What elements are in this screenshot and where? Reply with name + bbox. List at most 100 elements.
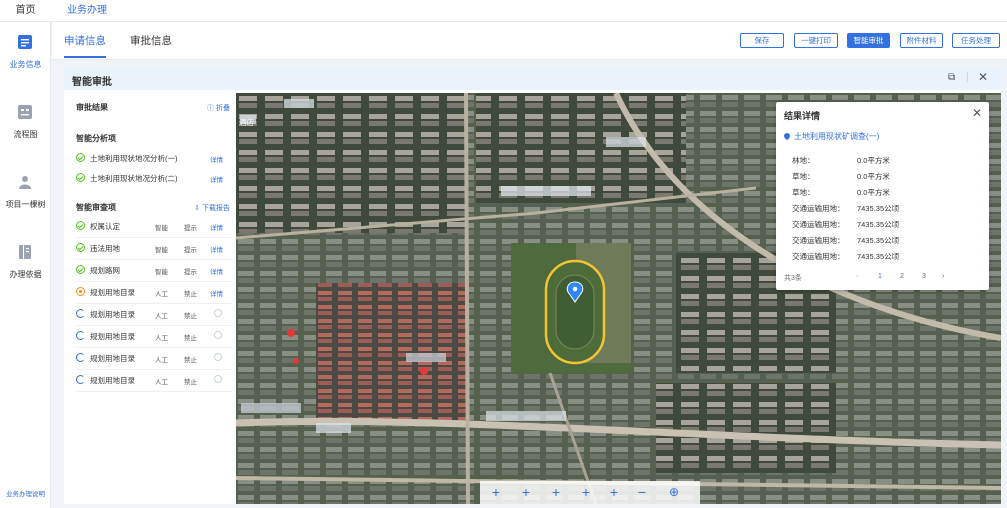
add-rect-tool[interactable]: +	[576, 483, 596, 501]
item-name: 权属认定	[90, 222, 120, 231]
sidebar-item-project-tree[interactable]: 项目一棵树	[0, 162, 51, 218]
item-name: 规划用地目录	[90, 288, 135, 297]
sidebar-item-flowchart[interactable]: 流程图	[0, 92, 51, 148]
sidebar-item-label: 业务信息	[9, 60, 42, 69]
detail-row: 交通运输用地： 7435.35公顷	[792, 235, 982, 251]
next-page-button[interactable]: ›	[942, 273, 944, 280]
top-bar: 首页 业务办理	[0, 0, 1007, 22]
info-icon: ⓘ	[207, 105, 215, 112]
download-icon: ⇩	[194, 205, 201, 212]
level-label: 禁止	[184, 357, 197, 364]
flowchart-icon	[18, 105, 32, 119]
add-point-tool[interactable]: +	[486, 483, 506, 501]
row-value: 0.0平方米	[857, 156, 890, 165]
divider	[76, 303, 232, 304]
sidebar-item-business-info[interactable]: 业务信息	[0, 22, 51, 78]
page-3[interactable]: 3	[922, 273, 926, 280]
divider	[76, 369, 232, 370]
breadcrumb[interactable]: 业务办理	[67, 0, 107, 22]
total-count: 共3条	[784, 275, 802, 282]
item-name: 规划用地目录	[90, 310, 135, 319]
detail-link[interactable]: 详情	[210, 174, 223, 184]
page-1[interactable]: 1	[878, 273, 882, 280]
panel-header: 智能审批 ⧉ | ✕	[64, 68, 1001, 90]
list-item: 土地利用现状地况分析(一) 详情	[76, 150, 232, 170]
level-label: 禁止	[184, 379, 197, 386]
list-item: 规划用地目录 人工 禁止	[76, 328, 232, 348]
list-item: 规划用地目录 人工 禁止	[76, 372, 232, 392]
popup-subtitle-text: 土地利用现状矿调查(一)	[794, 132, 880, 141]
pending-icon	[214, 375, 222, 383]
tab-bar: 申请信息 审批信息 保存 一键打印 智能审批 附件材料 任务处理	[52, 22, 1007, 60]
add-line-tool[interactable]: +	[516, 483, 536, 501]
divider	[76, 281, 232, 282]
loading-icon	[76, 353, 85, 362]
list-item: 土地利用现状地况分析(二) 详情	[76, 170, 232, 190]
sidebar-item-label: 项目一棵树	[5, 200, 46, 209]
detail-link[interactable]: 详情	[210, 222, 223, 232]
add-polygon-tool[interactable]: +	[546, 483, 566, 501]
detail-row: 交通运输用地： 7435.35公顷	[792, 251, 982, 267]
restore-icon[interactable]: ⧉	[948, 72, 955, 83]
row-value: 7435.35公顷	[857, 236, 900, 245]
detail-link[interactable]: 详情	[210, 266, 223, 276]
map-label: 酒店	[239, 118, 254, 127]
download-report-button[interactable]: ⇩ 下载报告	[194, 203, 230, 213]
home-link[interactable]: 首页	[0, 0, 51, 22]
level-label: 禁止	[184, 313, 197, 320]
detail-row: 草地： 0.0平方米	[792, 171, 982, 187]
book-icon	[19, 245, 31, 259]
popup-subtitle: 土地利用现状矿调查(一)	[782, 131, 880, 142]
mode-label: 智能	[155, 269, 168, 276]
divider	[76, 237, 232, 238]
page-2[interactable]: 2	[900, 273, 904, 280]
review-title: 智能审查项	[76, 203, 116, 212]
document-list-icon	[18, 35, 32, 49]
attachments-button[interactable]: 附件材料	[900, 33, 943, 48]
loading-icon	[76, 375, 85, 384]
smart-approval-button[interactable]: 智能审批	[847, 33, 890, 48]
mode-label: 智能	[155, 225, 168, 232]
save-button[interactable]: 保存	[740, 33, 784, 48]
detail-link[interactable]: 详情	[210, 244, 223, 254]
prev-page-button[interactable]: ‹	[856, 273, 858, 280]
locate-icon[interactable]: ⊕	[664, 483, 684, 501]
warning-icon	[76, 287, 85, 296]
check-circle-icon	[76, 173, 85, 182]
print-button[interactable]: 一键打印	[794, 33, 838, 48]
sidebar-item-label: 流程图	[13, 130, 38, 139]
list-item: 规划用地目录 人工 禁止 详情	[76, 284, 232, 304]
divider: |	[966, 72, 969, 83]
zoom-out-button[interactable]: −	[632, 483, 652, 501]
approval-list: 审批结果 ⓘ 折叠 智能分析项 土地利用现状地况分析(一) 详情 土地利用现状地…	[64, 94, 236, 504]
level-label: 提示	[184, 269, 197, 276]
mode-label: 人工	[155, 335, 168, 342]
popup-title: 结果详情	[784, 111, 821, 121]
row-value: 7435.35公顷	[857, 204, 900, 213]
row-key: 草地：	[792, 188, 815, 197]
download-label: 下载报告	[202, 205, 230, 212]
fold-button[interactable]: ⓘ 折叠	[207, 103, 230, 113]
detail-row: 交通运输用地： 7435.35公顷	[792, 203, 982, 219]
task-process-button[interactable]: 任务处理	[952, 33, 1000, 48]
zoom-in-button[interactable]: +	[604, 483, 624, 501]
detail-link[interactable]: 详情	[210, 288, 223, 298]
level-label: 提示	[184, 247, 197, 254]
tab-approval-info[interactable]: 审批信息	[130, 33, 172, 48]
mode-label: 人工	[155, 313, 168, 320]
close-icon[interactable]: ✕	[978, 70, 988, 84]
list-item: 权属认定 智能 提示 详情	[76, 218, 232, 238]
detail-link[interactable]: 详情	[210, 154, 223, 164]
close-icon[interactable]: ✕	[972, 106, 982, 120]
list-item: 规划用地目录 人工 禁止	[76, 306, 232, 326]
sidebar-item-basis[interactable]: 办理依据	[0, 232, 51, 288]
tab-application-info[interactable]: 申请信息	[64, 33, 106, 48]
row-key: 交通运输用地：	[792, 204, 845, 213]
loading-icon	[76, 331, 85, 340]
level-label: 禁止	[184, 335, 197, 342]
check-circle-icon	[76, 243, 85, 252]
business-guide-link[interactable]: 业务办理说明	[0, 488, 51, 498]
item-name: 规划用地目录	[90, 354, 135, 363]
row-key: 交通运输用地：	[792, 220, 845, 229]
check-circle-icon	[76, 265, 85, 274]
